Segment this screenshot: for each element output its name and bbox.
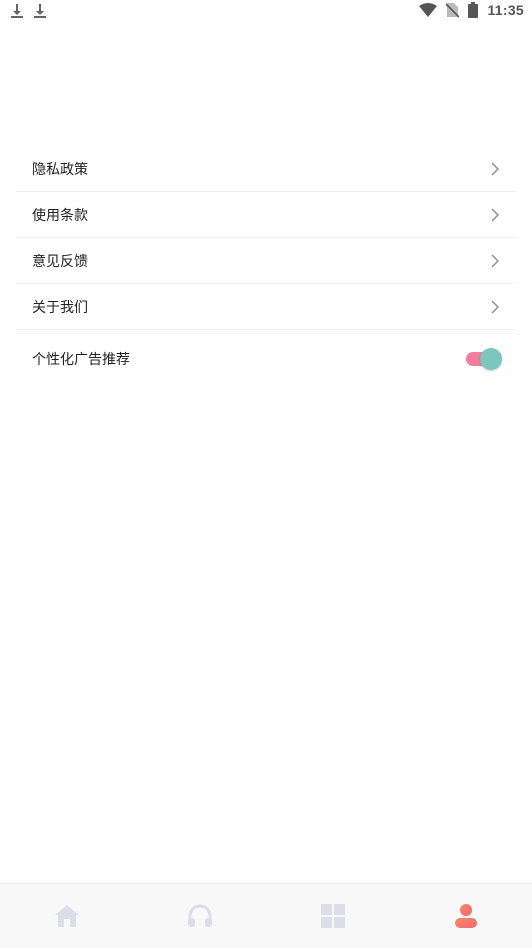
nav-item-listen[interactable]	[133, 884, 266, 948]
menu-item-label: 意见反馈	[32, 253, 88, 270]
wifi-icon	[419, 3, 438, 17]
no-sim-icon	[446, 2, 460, 18]
status-left-icons	[10, 3, 47, 19]
menu-item-label: 关于我们	[32, 299, 88, 316]
menu-item-label: 个性化广告推荐	[32, 352, 130, 368]
status-time: 11:35	[487, 2, 524, 18]
menu-item-privacy-policy[interactable]: 隐私政策	[16, 146, 516, 192]
menu-item-personalized-ads: 个性化广告推荐	[16, 330, 516, 388]
nav-item-apps[interactable]	[266, 884, 399, 948]
chevron-right-icon	[490, 161, 500, 177]
chevron-right-icon	[490, 253, 500, 269]
status-bar: 11:35	[0, 0, 532, 24]
download-icon	[33, 3, 47, 19]
battery-icon	[468, 2, 479, 18]
personalized-ads-toggle[interactable]	[466, 348, 502, 370]
headphones-icon	[187, 904, 213, 928]
menu-item-label: 使用条款	[32, 207, 88, 224]
status-right-icons: 11:35	[419, 2, 524, 18]
bottom-nav	[0, 883, 532, 948]
settings-list: 隐私政策 使用条款 意见反馈 关于我们 个性化广告推荐	[16, 146, 516, 388]
profile-icon	[453, 903, 479, 929]
home-icon	[54, 904, 80, 928]
chevron-right-icon	[490, 207, 500, 223]
toggle-knob	[480, 348, 502, 370]
menu-item-feedback[interactable]: 意见反馈	[16, 238, 516, 284]
download-icon	[10, 3, 24, 19]
nav-item-profile[interactable]	[399, 884, 532, 948]
chevron-right-icon	[490, 299, 500, 315]
menu-item-label: 隐私政策	[32, 161, 88, 178]
grid-icon	[320, 904, 345, 928]
menu-item-terms-of-use[interactable]: 使用条款	[16, 192, 516, 238]
nav-item-home[interactable]	[0, 884, 133, 948]
menu-item-about-us[interactable]: 关于我们	[16, 284, 516, 330]
